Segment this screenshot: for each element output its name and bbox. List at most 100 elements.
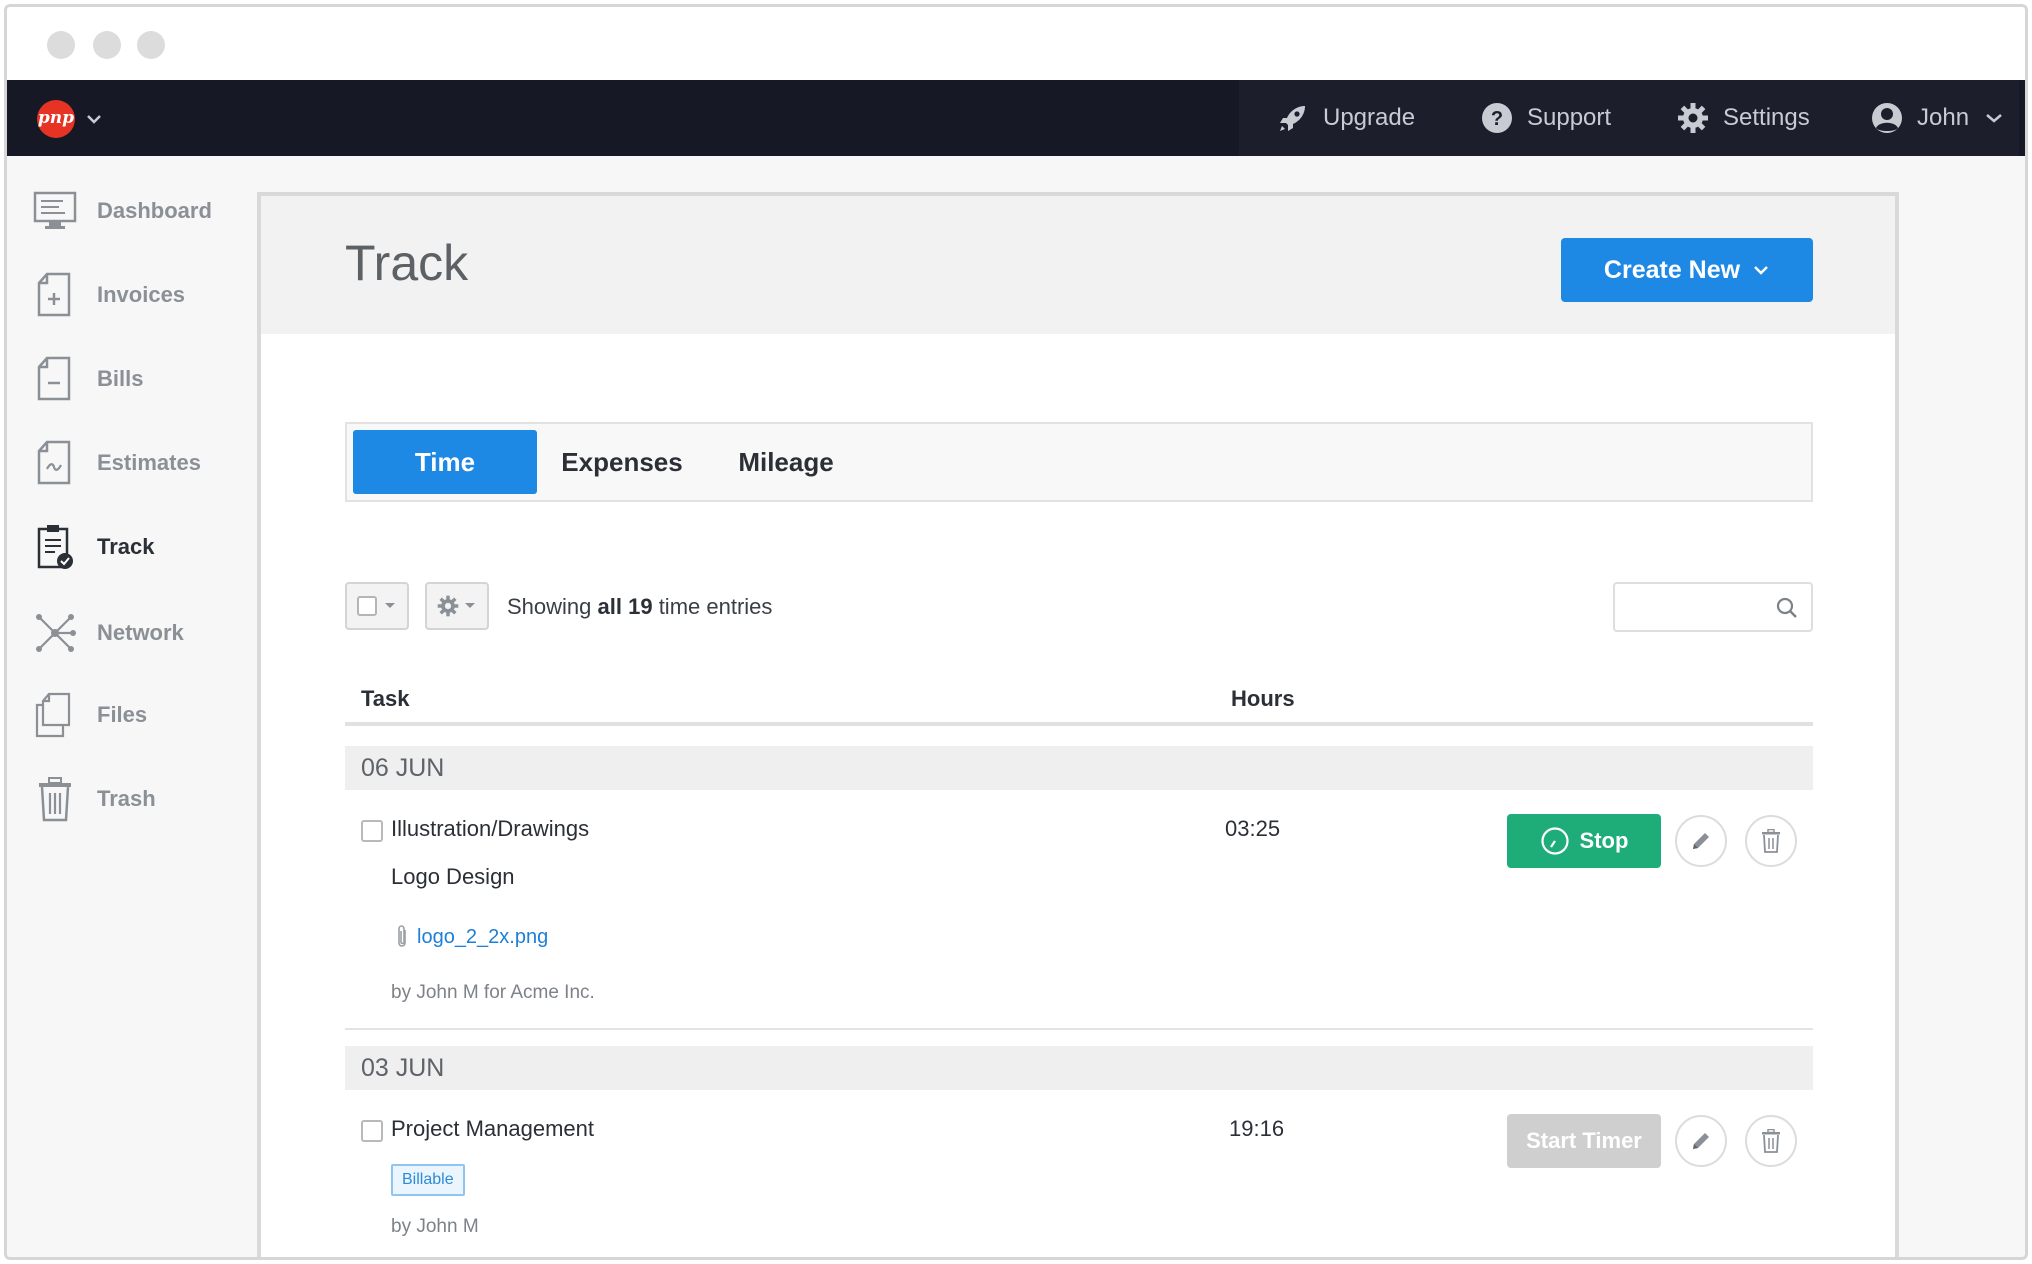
sidebar-item-track[interactable]: Track xyxy=(33,517,243,577)
sidebar-item-label: Files xyxy=(97,702,148,727)
sidebar-item-label: Dashboard xyxy=(97,198,212,223)
logo-chevron-down-icon[interactable] xyxy=(85,102,103,136)
column-header-task[interactable]: Task xyxy=(361,686,410,712)
page-title: Track xyxy=(345,235,469,291)
select-all-checkbox[interactable] xyxy=(357,596,377,616)
tab-time[interactable]: Time xyxy=(353,430,537,494)
files-icon xyxy=(33,691,77,739)
upgrade-label: Upgrade xyxy=(1323,104,1416,131)
support-link[interactable]: ? Support xyxy=(1481,80,1611,156)
caret-down-icon xyxy=(385,603,395,608)
delete-entry-button[interactable] xyxy=(1745,815,1797,867)
trash-icon xyxy=(1762,829,1780,853)
trash-icon xyxy=(33,775,77,823)
sidebar-item-files[interactable]: Files xyxy=(33,685,243,745)
question-icon: ? xyxy=(1482,103,1512,133)
tab-expenses[interactable]: Expenses xyxy=(547,430,697,494)
app-window: pnp Upgrade ? Support Settings John Dash… xyxy=(4,4,2028,1260)
sidebar-item-label: Network xyxy=(97,620,184,645)
track-tabs: Time Expenses Mileage xyxy=(345,422,1813,502)
chevron-down-icon xyxy=(1986,114,2002,123)
sidebar-item-label: Bills xyxy=(97,366,144,391)
delete-entry-button[interactable] xyxy=(1745,1115,1797,1167)
column-header-hours[interactable]: Hours xyxy=(1231,686,1295,712)
attachment-link[interactable]: logo_2_2x.png xyxy=(395,924,548,950)
sidebar-item-bills[interactable]: Bills xyxy=(33,349,243,409)
monitor-icon xyxy=(33,187,77,235)
upgrade-link[interactable]: Upgrade xyxy=(1277,80,1415,156)
window-minimize-button[interactable] xyxy=(93,31,121,59)
create-new-label: Create New xyxy=(1603,255,1741,284)
task-name: Illustration/Drawings xyxy=(391,816,590,841)
edit-entry-button[interactable] xyxy=(1675,1115,1727,1167)
user-menu[interactable]: John xyxy=(1871,80,2005,156)
header-divider xyxy=(345,722,1813,726)
window-titlebar xyxy=(7,7,2025,80)
app-logo[interactable]: pnp xyxy=(37,100,75,138)
showing-prefix: Showing xyxy=(507,594,592,619)
showing-suffix: time entries xyxy=(658,594,773,619)
date-group-header: 03 JUN xyxy=(345,1046,1813,1090)
edit-entry-button[interactable] xyxy=(1675,815,1727,867)
timer-icon xyxy=(1540,827,1569,855)
settings-label: Settings xyxy=(1723,104,1810,131)
sidebar-item-trash[interactable]: Trash xyxy=(33,769,243,829)
window-close-button[interactable] xyxy=(47,31,75,59)
task-name: Project Management xyxy=(391,1116,594,1141)
invoice-icon xyxy=(33,271,77,319)
settings-link[interactable]: Settings xyxy=(1677,80,1810,156)
support-label: Support xyxy=(1527,104,1612,131)
row-checkbox[interactable] xyxy=(361,1120,383,1142)
entry-byline: by John M for Acme Inc. xyxy=(391,982,595,1003)
gear-icon xyxy=(437,595,459,617)
top-navbar: pnp Upgrade ? Support Settings John xyxy=(7,80,2025,156)
page-header: Track Create New xyxy=(261,196,1895,334)
task-hours: 03:25 xyxy=(1225,816,1281,841)
start-timer-button[interactable]: Start Timer xyxy=(1507,1114,1661,1168)
pencil-icon xyxy=(1693,833,1709,849)
sidebar-item-estimates[interactable]: Estimates xyxy=(33,433,243,493)
task-hours: 19:16 xyxy=(1229,1116,1285,1141)
sidebar-item-label: Invoices xyxy=(97,282,186,307)
row-divider xyxy=(345,1028,1813,1030)
create-new-button[interactable]: Create New xyxy=(1561,238,1813,302)
paperclip-icon xyxy=(398,925,406,947)
caret-down-icon xyxy=(465,603,475,608)
attachment-filename: logo_2_2x.png xyxy=(417,925,549,948)
trash-icon xyxy=(1762,1129,1780,1153)
search-icon[interactable] xyxy=(1775,596,1799,620)
user-name: John xyxy=(1917,104,1970,131)
estimate-icon xyxy=(33,439,77,487)
select-all-dropdown[interactable] xyxy=(345,582,409,630)
stop-label: Stop xyxy=(1579,828,1629,853)
bill-icon xyxy=(33,355,77,403)
sidebar-item-network[interactable]: Network xyxy=(33,603,243,663)
chevron-down-icon xyxy=(1754,266,1768,275)
stop-timer-button[interactable]: Stop xyxy=(1507,814,1661,868)
network-icon xyxy=(33,609,77,657)
search-field[interactable] xyxy=(1613,582,1813,632)
sidebar: Dashboard Invoices Bills Estimates Track… xyxy=(7,156,252,1257)
sidebar-item-label: Track xyxy=(97,534,155,559)
bulk-actions-dropdown[interactable] xyxy=(425,582,489,630)
entry-byline: by John M xyxy=(391,1216,479,1237)
showing-count: all 19 xyxy=(597,594,653,619)
sidebar-item-dashboard[interactable]: Dashboard xyxy=(33,181,243,241)
search-input[interactable] xyxy=(1623,590,1767,626)
clipboard-check-icon xyxy=(33,523,77,571)
window-maximize-button[interactable] xyxy=(137,31,165,59)
tab-mileage[interactable]: Mileage xyxy=(711,430,861,494)
sidebar-item-label: Estimates xyxy=(97,450,201,475)
task-description: Logo Design xyxy=(391,864,515,889)
gear-icon xyxy=(1678,103,1708,133)
pencil-icon xyxy=(1693,1133,1709,1149)
main-panel: Track Create New Time Expenses Mileage S… xyxy=(257,192,1899,1257)
row-checkbox[interactable] xyxy=(361,820,383,842)
entries-count: Showing all 19 time entries xyxy=(507,594,772,620)
sidebar-item-invoices[interactable]: Invoices xyxy=(33,265,243,325)
date-group-header: 06 JUN xyxy=(345,746,1813,790)
rocket-icon xyxy=(1280,106,1305,131)
billable-badge: Billable xyxy=(391,1164,465,1196)
sidebar-item-label: Trash xyxy=(97,786,156,811)
user-icon xyxy=(1872,103,1902,133)
